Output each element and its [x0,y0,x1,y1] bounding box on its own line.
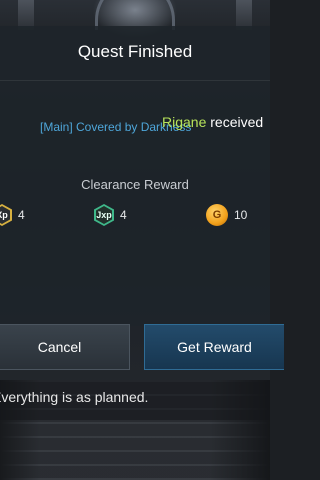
npc-name: Rigane [162,114,207,130]
quest-finished-dialog: Quest Finished [Main] Covered by Darknes… [0,26,270,326]
reward-amount: 10 [234,208,248,222]
gold-coin-icon: G [206,204,228,226]
npc-dialogue-text: Everything is as planned. [0,389,149,405]
dialog-title: Quest Finished [77,42,193,61]
reward-item-xp: Xp 4 [0,204,25,226]
npc-action: received [210,114,264,130]
cancel-button[interactable]: Cancel [0,324,130,370]
get-reward-button[interactable]: Get Reward [144,324,284,370]
xp-icon: Xp [0,204,12,226]
reward-heading: Clearance Reward [81,177,189,192]
npc-received-line: Rigane received [162,114,263,130]
reward-amount: 4 [18,208,25,222]
title-divider [0,80,270,81]
reward-amount: 4 [120,208,127,222]
reward-item-jxp: Jxp 4 [94,204,127,226]
jxp-icon: Jxp [94,204,114,226]
reward-item-gold: G 10 [206,204,247,226]
